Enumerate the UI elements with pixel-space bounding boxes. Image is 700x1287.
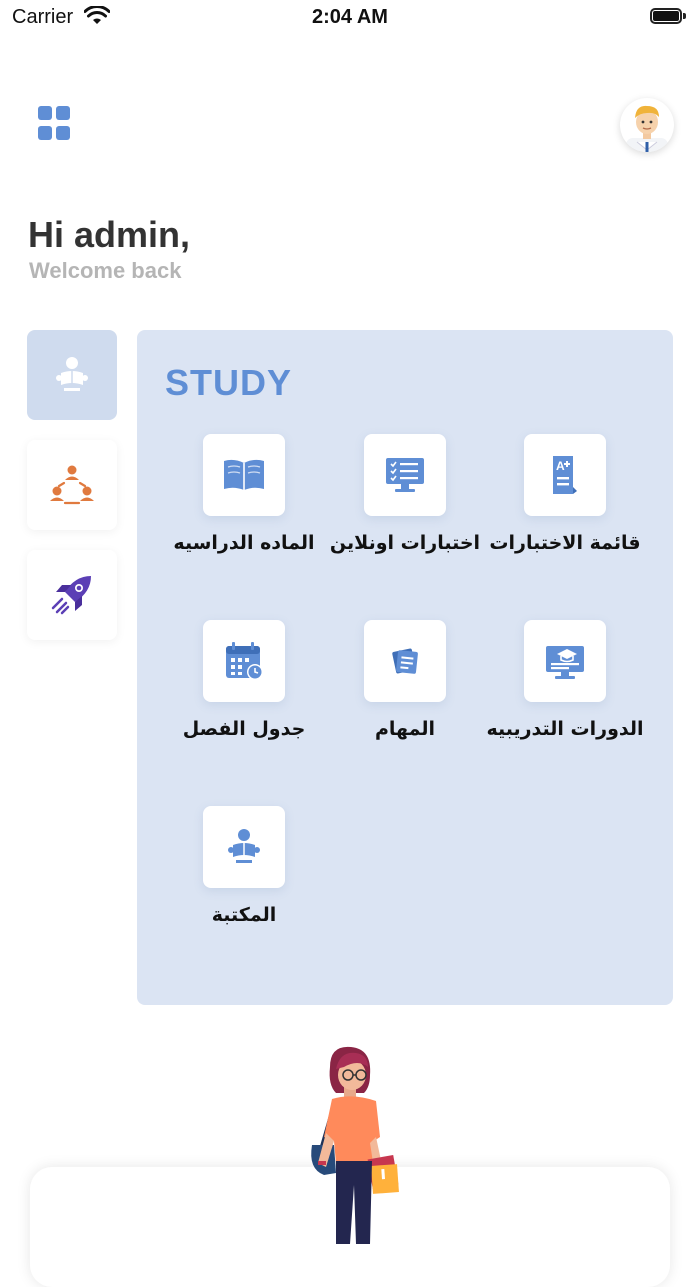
tile-label: اختبارات اونلاين	[329, 532, 481, 554]
online-exam-icon	[386, 458, 424, 492]
category-tab-launch[interactable]	[27, 550, 117, 640]
study-title: STUDY	[165, 362, 293, 403]
tile-tasks[interactable]: المهام	[320, 620, 490, 740]
greeting-subtitle: Welcome back	[29, 258, 182, 283]
calendar-icon	[226, 642, 263, 680]
tile-class-schedule[interactable]: جدول الفصل	[159, 620, 329, 740]
tile-training-courses[interactable]: الدورات التدريبيه	[480, 620, 650, 740]
tile-subjects[interactable]: الماده الدراسيه	[159, 434, 329, 554]
tile-label: الماده الدراسيه	[173, 532, 315, 554]
category-tab-study[interactable]	[27, 330, 117, 420]
tile-online-exams[interactable]: اختبارات اونلاين	[320, 434, 490, 554]
tile-label: المهام	[375, 718, 435, 740]
rocket-icon	[51, 576, 91, 615]
tile-exam-list[interactable]: A قائمة الاختبارات	[480, 434, 650, 554]
status-bar: Carrier 2:04 AM	[0, 0, 700, 36]
greeting-title: Hi admin,	[28, 214, 191, 255]
tile-label: جدول الفصل	[182, 718, 306, 740]
study-panel: STUDY A قائمة الاختبارات اختبارات اونلاي…	[137, 330, 673, 1005]
training-course-icon	[546, 646, 584, 679]
reading-person-icon	[56, 357, 88, 391]
tile-library[interactable]: المكتبة	[159, 806, 329, 926]
clock: 2:04 AM	[312, 6, 388, 28]
library-icon	[228, 829, 260, 863]
svg-text:A: A	[556, 459, 565, 473]
tile-label: المكتبة	[211, 904, 277, 926]
category-tab-community[interactable]	[27, 440, 117, 530]
exam-grade-icon: A	[553, 456, 577, 494]
user-avatar-icon[interactable]	[620, 98, 674, 152]
tasks-icon	[392, 648, 418, 674]
grid-menu-icon[interactable]	[38, 106, 74, 142]
people-network-icon	[50, 465, 94, 505]
battery-icon	[650, 8, 688, 26]
student-girl-illustration	[311, 1046, 399, 1244]
tile-label: الدورات التدريبيه	[486, 718, 644, 740]
book-icon	[224, 459, 264, 490]
tile-label: قائمة الاختبارات	[489, 532, 641, 554]
